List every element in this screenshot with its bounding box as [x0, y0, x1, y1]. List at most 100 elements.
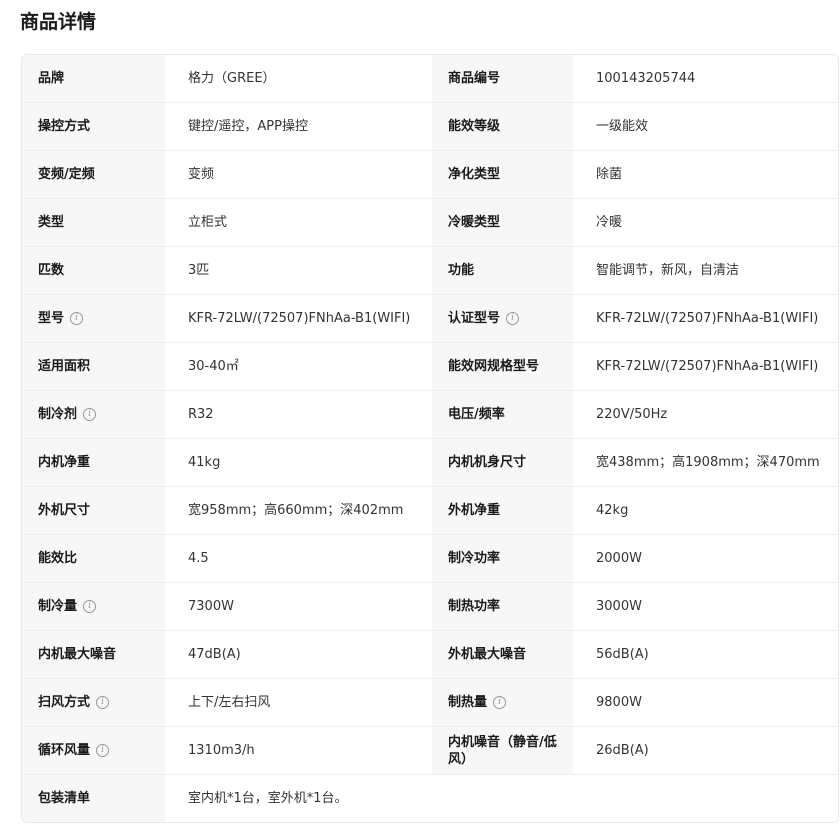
spec-row: 能效比 4.5 制冷功率 2000W	[22, 534, 838, 582]
spec-value: 2000W	[573, 535, 838, 582]
spec-row: 内机最大噪音 47dB(A) 外机最大噪音 56dB(A)	[22, 630, 838, 678]
spec-label-text: 内机噪音（静音/低风）	[448, 734, 557, 767]
info-circle-icon[interactable]: i	[70, 312, 84, 325]
spec-row-packing-list: 包装清单 室内机*1台，室外机*1台。	[22, 774, 838, 822]
spec-value: 3000W	[573, 583, 838, 630]
spec-table: 品牌 格力（GREE） 商品编号 100143205744 操控方式 键控/遥控，APP操…	[21, 54, 839, 823]
spec-value: 7300W	[165, 583, 432, 630]
spec-label-text: 能效比	[38, 551, 78, 566]
spec-label-text: 循环风量	[38, 743, 91, 758]
spec-label: 制冷功率	[432, 535, 573, 582]
info-circle-icon[interactable]: i	[96, 696, 110, 709]
spec-value: 41kg	[165, 439, 432, 486]
spec-value: 室内机*1台，室外机*1台。	[165, 775, 838, 822]
spec-label: 内机噪音（静音/低风）	[432, 727, 573, 774]
spec-value: 42kg	[573, 487, 838, 534]
info-circle-icon[interactable]: i	[83, 408, 97, 421]
spec-value: 格力（GREE）	[165, 55, 432, 102]
spec-label-text: 品牌	[38, 71, 65, 86]
spec-row: 扫风方式 i 上下/左右扫风 制热量 i 9800W	[22, 678, 838, 726]
info-circle-icon[interactable]: i	[83, 600, 97, 613]
spec-row: 制冷量 i 7300W 制热功率 3000W	[22, 582, 838, 630]
spec-label: 功能	[432, 247, 573, 294]
spec-label: 外机净重	[432, 487, 573, 534]
spec-value: 键控/遥控，APP操控	[165, 103, 432, 150]
spec-value: 一级能效	[573, 103, 838, 150]
spec-label: 匹数	[22, 247, 165, 294]
spec-label-text: 变频/定频	[38, 167, 95, 182]
spec-label: 操控方式	[22, 103, 165, 150]
spec-row: 外机尺寸 宽958mm；高660mm；深402mm 外机净重 42kg	[22, 486, 838, 534]
spec-label-text: 电压/频率	[448, 407, 505, 422]
spec-label-text: 内机净重	[38, 455, 91, 470]
spec-row: 匹数 3匹 功能 智能调节，新风，自清洁	[22, 246, 838, 294]
spec-label: 电压/频率	[432, 391, 573, 438]
spec-row: 内机净重 41kg 内机机身尺寸 宽438mm；高1908mm；深470mm	[22, 438, 838, 486]
spec-value: 除菌	[573, 151, 838, 198]
spec-label: 内机机身尺寸	[432, 439, 573, 486]
spec-label: 冷暖类型	[432, 199, 573, 246]
spec-label: 净化类型	[432, 151, 573, 198]
spec-label-text: 制冷量	[38, 599, 78, 614]
spec-label: 循环风量 i	[22, 727, 165, 774]
spec-label-text: 制热功率	[448, 599, 501, 614]
spec-label: 制冷量 i	[22, 583, 165, 630]
info-circle-icon[interactable]: i	[506, 312, 520, 325]
spec-label: 品牌	[22, 55, 165, 102]
spec-value: 30-40㎡	[165, 343, 432, 390]
spec-label-text: 制冷剂	[38, 407, 78, 422]
spec-label-text: 内机机身尺寸	[448, 455, 527, 470]
spec-label: 商品编号	[432, 55, 573, 102]
spec-value: 56dB(A)	[573, 631, 838, 678]
spec-value: 上下/左右扫风	[165, 679, 432, 726]
spec-label: 外机尺寸	[22, 487, 165, 534]
spec-row: 品牌 格力（GREE） 商品编号 100143205744	[22, 55, 838, 102]
spec-label-text: 认证型号	[448, 311, 501, 326]
spec-label: 制热量 i	[432, 679, 573, 726]
spec-value: 冷暖	[573, 199, 838, 246]
spec-label: 变频/定频	[22, 151, 165, 198]
spec-label-text: 制热量	[448, 695, 488, 710]
spec-label-text: 扫风方式	[38, 695, 91, 710]
spec-label-text: 外机尺寸	[38, 503, 91, 518]
info-circle-icon[interactable]: i	[493, 696, 507, 709]
spec-row: 适用面积 30-40㎡ 能效网规格型号 KFR-72LW/(72507)FNhAa-B…	[22, 342, 838, 390]
spec-label: 型号 i	[22, 295, 165, 342]
spec-value: 220V/50Hz	[573, 391, 838, 438]
spec-value: 立柜式	[165, 199, 432, 246]
spec-label-text: 能效网规格型号	[448, 359, 540, 374]
spec-label-text: 匹数	[38, 263, 65, 278]
spec-value: 智能调节，新风，自清洁	[573, 247, 838, 294]
spec-value: 26dB(A)	[573, 727, 838, 774]
spec-label: 外机最大噪音	[432, 631, 573, 678]
spec-label: 能效等级	[432, 103, 573, 150]
spec-value: 宽958mm；高660mm；深402mm	[165, 487, 432, 534]
page-title: 商品详情	[20, 11, 97, 33]
spec-value: KFR-72LW/(72507)FNhAa-B1(WIFI)	[573, 295, 838, 342]
spec-label-text: 能效等级	[448, 119, 501, 134]
spec-value: 100143205744	[573, 55, 838, 102]
spec-value: 9800W	[573, 679, 838, 726]
spec-value: 变频	[165, 151, 432, 198]
spec-row: 型号 i KFR-72LW/(72507)FNhAa-B1(WIFI) 认证型号 i KF…	[22, 294, 838, 342]
spec-row: 变频/定频 变频 净化类型 除菌	[22, 150, 838, 198]
spec-value: 宽438mm；高1908mm；深470mm	[573, 439, 838, 486]
spec-value: 1310m3/h	[165, 727, 432, 774]
spec-label-text: 冷暖类型	[448, 215, 501, 230]
spec-label-text: 净化类型	[448, 167, 501, 182]
spec-label: 制冷剂 i	[22, 391, 165, 438]
spec-label: 制热功率	[432, 583, 573, 630]
spec-value: R32	[165, 391, 432, 438]
spec-row: 循环风量 i 1310m3/h 内机噪音（静音/低风） 26dB(A)	[22, 726, 838, 774]
spec-label: 适用面积	[22, 343, 165, 390]
spec-label: 能效比	[22, 535, 165, 582]
spec-label-text: 适用面积	[38, 359, 91, 374]
spec-label: 能效网规格型号	[432, 343, 573, 390]
spec-value: 47dB(A)	[165, 631, 432, 678]
spec-label-text: 商品编号	[448, 71, 501, 86]
spec-row: 类型 立柜式 冷暖类型 冷暖	[22, 198, 838, 246]
spec-label: 内机最大噪音	[22, 631, 165, 678]
spec-label-text: 操控方式	[38, 119, 91, 134]
spec-label-text: 制冷功率	[448, 551, 501, 566]
info-circle-icon[interactable]: i	[96, 744, 110, 757]
